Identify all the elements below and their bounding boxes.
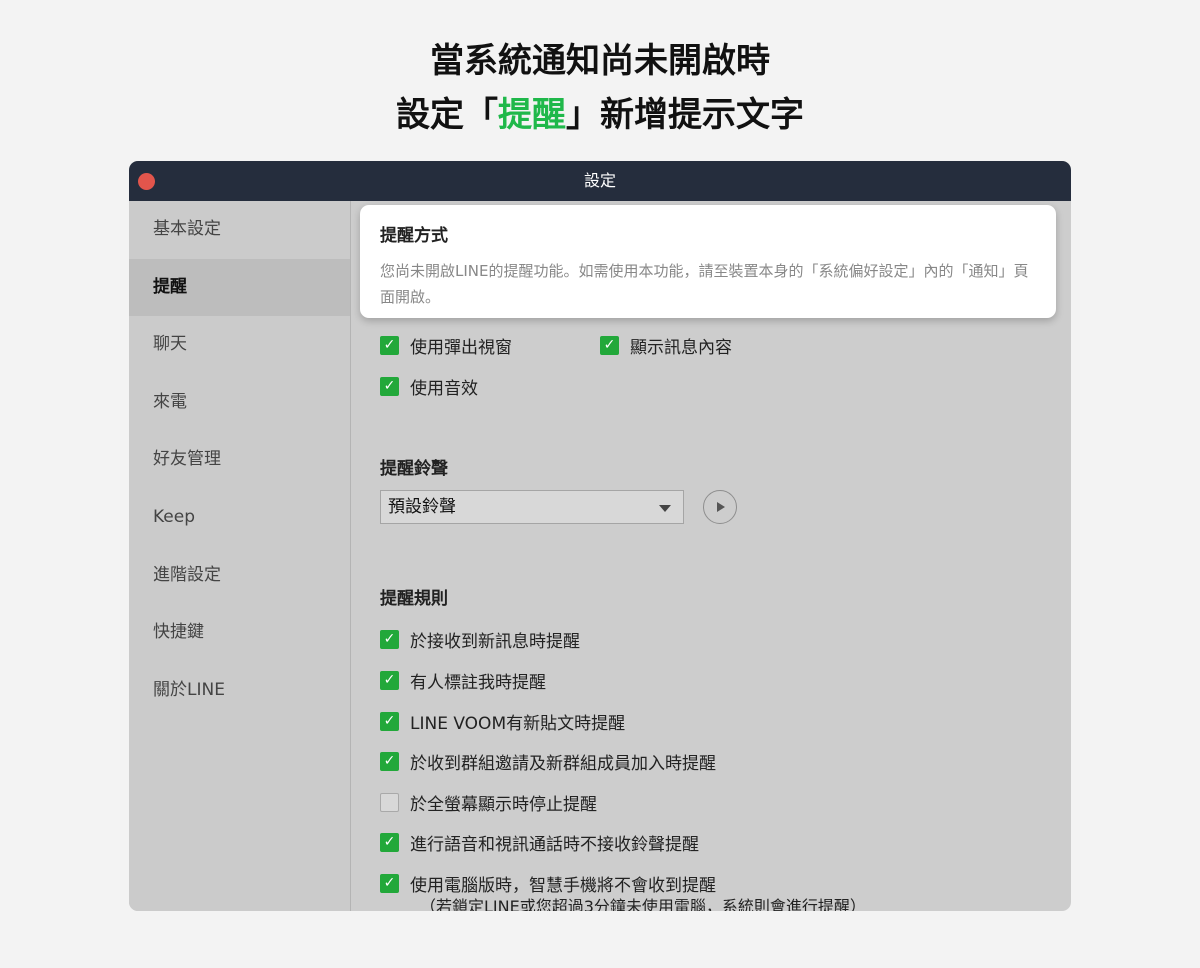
headline-line2: 設定「提醒」新增提示文字 <box>0 88 1200 142</box>
notification-tooltip: 提醒方式 您尚未開啟LINE的提醒功能。如需使用本功能，請至裝置本身的「系統偏好… <box>360 205 1056 318</box>
sidebar-item-chat[interactable]: 聊天 <box>129 316 350 374</box>
rules-title: 提醒規則 <box>380 589 448 609</box>
option-popup[interactable]: ✓ 使用彈出視窗 <box>380 333 512 358</box>
tooltip-title: 提醒方式 <box>380 226 448 246</box>
option-sound[interactable]: ✓ 使用音效 <box>380 374 478 399</box>
sidebar-item-keep[interactable]: Keep <box>129 489 350 547</box>
rule-fullscreen[interactable]: ✓ 於全螢幕顯示時停止提醒 <box>380 790 597 815</box>
checkbox-checked-icon[interactable]: ✓ <box>380 377 399 396</box>
rule-label: 於全螢幕顯示時停止提醒 <box>410 795 597 815</box>
window-title: 設定 <box>583 171 616 190</box>
chevron-down-icon <box>659 505 671 512</box>
headline-line2-prefix: 設定「 <box>396 95 498 135</box>
rule-label: 進行語音和視訊通話時不接收鈴聲提醒 <box>410 835 699 855</box>
option-label: 使用音效 <box>410 379 478 399</box>
rule-new-message[interactable]: ✓ 於接收到新訊息時提醒 <box>380 627 580 652</box>
option-show-content[interactable]: ✓ 顯示訊息內容 <box>600 333 732 358</box>
option-label: 顯示訊息內容 <box>630 338 732 358</box>
checkbox-checked-icon[interactable]: ✓ <box>380 752 399 771</box>
rule-label: LINE VOOM有新貼文時提醒 <box>410 714 626 734</box>
play-icon <box>717 502 725 512</box>
rule-group-invite[interactable]: ✓ 於收到群組邀請及新群組成員加入時提醒 <box>380 749 716 774</box>
headline-highlight: 提醒 <box>498 95 566 135</box>
headline: 當系統通知尚未開啟時 設定「提醒」新增提示文字 <box>0 34 1200 142</box>
sidebar-item-calls[interactable]: 來電 <box>129 374 350 432</box>
play-button[interactable] <box>703 490 737 524</box>
option-label: 使用彈出視窗 <box>410 338 512 358</box>
sidebar-item-shortcuts[interactable]: 快捷鍵 <box>129 604 350 662</box>
sidebar: 基本設定 提醒 聊天 來電 好友管理 Keep 進階設定 快捷鍵 關於LINE <box>129 201 351 911</box>
sidebar-item-about[interactable]: 關於LINE <box>129 662 350 720</box>
checkbox-checked-icon[interactable]: ✓ <box>380 833 399 852</box>
checkbox-checked-icon[interactable]: ✓ <box>380 630 399 649</box>
rule-note: （若鎖定LINE或您超過3分鐘未使用電腦，系統則會進行提醒） <box>420 897 866 911</box>
checkbox-checked-icon[interactable]: ✓ <box>600 336 619 355</box>
ringtone-title: 提醒鈴聲 <box>380 459 448 479</box>
checkbox-unchecked-icon[interactable]: ✓ <box>380 793 399 812</box>
headline-line1: 當系統通知尚未開啟時 <box>430 41 770 81</box>
rule-label: 於接收到新訊息時提醒 <box>410 632 580 652</box>
headline-line2-suffix: 」新增提示文字 <box>566 95 804 135</box>
sidebar-item-friends[interactable]: 好友管理 <box>129 431 350 489</box>
sidebar-item-notifications[interactable]: 提醒 <box>129 258 350 317</box>
checkbox-checked-icon[interactable]: ✓ <box>380 671 399 690</box>
rule-call-ringtone[interactable]: ✓ 進行語音和視訊通話時不接收鈴聲提醒 <box>380 830 699 855</box>
checkbox-checked-icon[interactable]: ✓ <box>380 336 399 355</box>
ringtone-selected: 預設鈴聲 <box>388 497 456 517</box>
rule-label: 於收到群組邀請及新群組成員加入時提醒 <box>410 754 716 774</box>
rule-mention[interactable]: ✓ 有人標註我時提醒 <box>380 668 546 693</box>
checkbox-checked-icon[interactable]: ✓ <box>380 874 399 893</box>
rule-voom[interactable]: ✓ LINE VOOM有新貼文時提醒 <box>380 709 625 734</box>
ringtone-select[interactable]: 預設鈴聲 <box>380 490 684 524</box>
rule-label: 有人標註我時提醒 <box>410 673 546 693</box>
sidebar-item-basic[interactable]: 基本設定 <box>129 201 350 259</box>
checkbox-checked-icon[interactable]: ✓ <box>380 712 399 731</box>
tooltip-body: 您尚未開啟LINE的提醒功能。如需使用本功能，請至裝置本身的「系統偏好設定」內的… <box>380 262 1029 306</box>
close-icon[interactable] <box>138 173 155 190</box>
titlebar: 設定 <box>129 161 1071 201</box>
sidebar-item-advanced[interactable]: 進階設定 <box>129 547 350 605</box>
